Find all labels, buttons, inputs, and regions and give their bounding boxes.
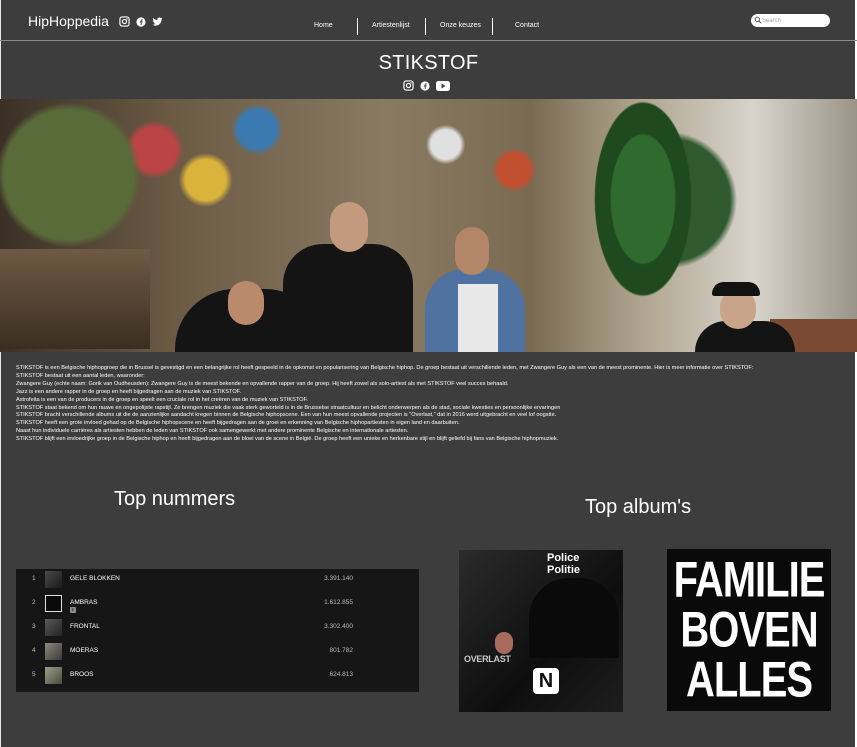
track-play-count: 624.813	[329, 671, 354, 678]
bio-paragraph: STIKSTOF is een Belgische hiphopgroep di…	[16, 365, 754, 371]
photo-plant	[568, 99, 718, 349]
bio-paragraph: Jazz is een andere rapper in de groep en…	[16, 388, 242, 395]
track-title: FRONTAL	[70, 623, 100, 630]
track-number: 1	[32, 575, 36, 582]
photo-person-4-cap	[712, 282, 760, 296]
track-number: 3	[32, 623, 36, 630]
track-row[interactable]: 3 FRONTAL 3.302.400	[16, 617, 419, 641]
bio-paragraph: STIKSTOF blijft een invloedrijke groep i…	[16, 436, 559, 443]
track-cover-image	[45, 667, 62, 684]
track-title: MOERAS	[70, 647, 99, 654]
search-icon	[754, 16, 762, 24]
photo-person-2-head	[330, 202, 368, 252]
search-input[interactable]	[762, 15, 826, 26]
artist-bio: STIKSTOF is een Belgische hiphopgroep di…	[16, 365, 846, 444]
track-title: AMBRAS	[70, 599, 98, 606]
track-cover-image	[45, 619, 62, 636]
menu-item-home[interactable]: Home	[314, 22, 333, 29]
menu-separator	[357, 18, 358, 35]
track-row[interactable]: 2 AMBRAS E 1.612.855	[16, 593, 419, 617]
artist-social-links	[403, 78, 450, 96]
bio-paragraph: Astrofeita is een van de producers in de…	[16, 396, 308, 403]
album-art-line: ALLES	[685, 652, 813, 708]
photo-person-3-head	[455, 227, 489, 275]
track-row[interactable]: 5 BROOS 624.813	[16, 665, 419, 689]
track-play-count: 3.302.400	[324, 623, 353, 630]
top-navbar: HipHoppedia Home Artiestenlijst Onze keu…	[0, 0, 857, 41]
track-title: BROOS	[70, 671, 94, 678]
menu-item-artiestenlijst[interactable]: Artiestenlijst	[372, 22, 410, 29]
top-albums-heading: Top album's	[585, 496, 692, 518]
top-tracks-heading: Top nummers	[114, 488, 236, 510]
search-box[interactable]	[751, 14, 830, 27]
explicit-badge: E	[70, 607, 76, 613]
bio-paragraph: Zwangere Guy (echte naam: Gorik van Oudh…	[16, 380, 509, 387]
album-art-face	[495, 632, 513, 654]
album-art-police-figure	[529, 578, 619, 658]
album-art-logo: N	[533, 668, 559, 694]
track-title: GELE BLOKKEN	[70, 575, 120, 582]
photo-person-2	[283, 244, 413, 352]
track-row[interactable]: 4 MOERAS 801.782	[16, 641, 419, 665]
bio-paragraph: Naast hun individuele carrières als arti…	[16, 428, 409, 435]
track-cover-image	[45, 571, 62, 588]
album-art-line: FAMILIE	[673, 552, 826, 608]
artist-group-photo	[0, 99, 857, 352]
menu-item-contact[interactable]: Contact	[515, 22, 539, 29]
album-art-line: BOVEN	[680, 602, 818, 658]
track-row[interactable]: 1 GELE BLOKKEN 3.391.140	[16, 569, 419, 593]
bio-paragraph: STIKSTOF staat bekend om hun rauwe en on…	[16, 404, 561, 411]
menu-separator	[492, 18, 493, 35]
album-cover-familie-boven-alles[interactable]: FAMILIE BOVEN ALLES	[667, 549, 831, 711]
bio-paragraph: STIKSTOF bestaat uit een aantal leden, w…	[16, 372, 145, 379]
track-cover-image	[45, 595, 62, 612]
track-number: 5	[32, 671, 36, 678]
artist-title: STIKSTOF	[378, 52, 479, 74]
menu-item-onze-keuzes[interactable]: Onze keuzes	[440, 22, 481, 29]
album-art-title: OVERLAST	[464, 654, 511, 664]
facebook-icon[interactable]	[420, 78, 430, 96]
album-cover-overlast[interactable]: Police Politie OVERLAST N	[459, 550, 623, 712]
bio-paragraph: STIKSTOF heeft een grote invloed gehad o…	[16, 420, 460, 427]
track-cover-image	[45, 643, 62, 660]
track-play-count: 801.782	[329, 647, 354, 654]
track-play-count: 3.391.140	[324, 575, 353, 582]
photo-person-3-shirt	[458, 284, 498, 352]
menu-separator	[425, 18, 426, 35]
track-play-count: 1.612.855	[324, 599, 353, 606]
instagram-icon[interactable]	[403, 78, 414, 96]
top-tracks-list: 1 GELE BLOKKEN 3.391.140 2 AMBRAS E 1.61…	[16, 569, 419, 692]
album-art-police-text: Police Politie	[547, 552, 581, 576]
photo-person-1-head	[228, 281, 264, 325]
photo-shelf	[0, 249, 150, 349]
main-menu: Home Artiestenlijst Onze keuzes Contact	[0, 18, 857, 36]
track-number: 2	[32, 599, 36, 606]
bio-paragraph: STIKSTOF bracht verschillende albums uit…	[16, 412, 557, 419]
youtube-icon[interactable]	[436, 78, 450, 96]
track-number: 4	[32, 647, 36, 654]
